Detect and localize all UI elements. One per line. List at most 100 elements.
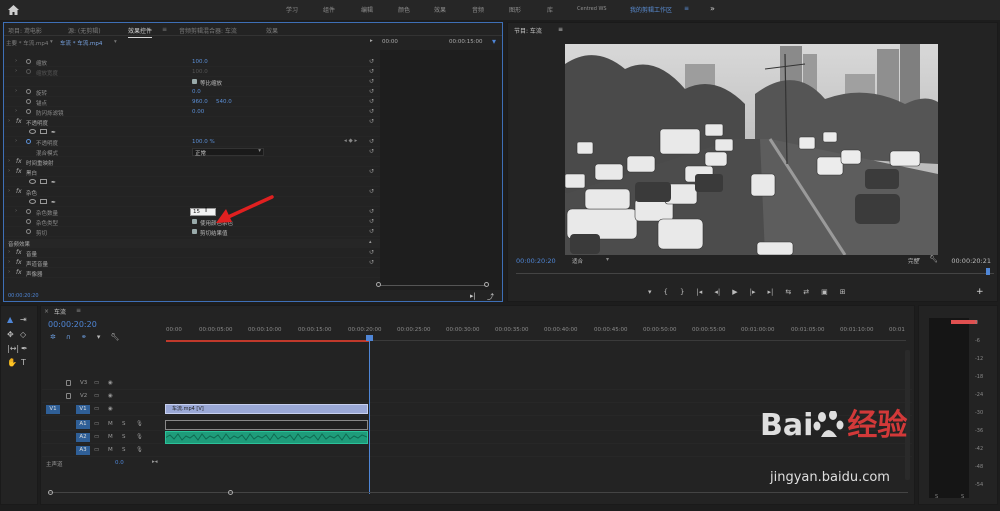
go-to-end-icon[interactable]: ▸◂: [152, 459, 158, 465]
stopwatch-icon[interactable]: [26, 139, 31, 144]
add-marker-icon[interactable]: ▾: [97, 333, 101, 341]
tab-effect-controls[interactable]: 效果控件: [128, 26, 153, 38]
rectangle-mask-icon[interactable]: [40, 129, 47, 134]
reset-icon[interactable]: ↺: [369, 58, 374, 65]
sequence-tab[interactable]: 车流: [54, 307, 66, 316]
go-to-in-icon[interactable]: |◂: [696, 288, 702, 300]
close-icon[interactable]: ×: [44, 308, 49, 315]
mini-playhead-icon[interactable]: ▾: [492, 37, 496, 46]
pen-mask-icon[interactable]: ✒: [51, 129, 56, 136]
tab-project[interactable]: 项目: 鸢电影: [8, 26, 42, 35]
fx-icon[interactable]: fx: [16, 118, 22, 125]
play-effect-audio-icon[interactable]: ▸: [370, 38, 373, 44]
target-v1[interactable]: V1: [76, 405, 90, 414]
eye-icon[interactable]: ◉: [108, 380, 113, 386]
tab-effects[interactable]: 效果: [266, 26, 278, 35]
workspace-tab-graphics[interactable]: 图形: [509, 5, 521, 14]
stopwatch-icon[interactable]: [26, 109, 31, 114]
stopwatch-icon[interactable]: [26, 229, 31, 234]
reset-icon[interactable]: ↺: [369, 228, 374, 235]
workspace-tab-assembly[interactable]: 组件: [323, 5, 335, 14]
program-video-frame[interactable]: [565, 44, 938, 255]
track-a3[interactable]: A3 ▭ M S 🎙︎: [42, 445, 912, 457]
volume-row[interactable]: › fx 音量 ↺: [4, 249, 380, 258]
anti-flicker-value[interactable]: 0.00: [192, 109, 204, 115]
linked-selection-icon[interactable]: ⚭: [81, 333, 87, 341]
go-to-out-icon[interactable]: ▸|: [767, 288, 773, 300]
panner-row[interactable]: › fx 声像器: [4, 269, 380, 278]
zoom-handle-left[interactable]: [376, 282, 381, 287]
workspace-tab-color[interactable]: 颜色: [398, 5, 410, 14]
sync-lock-icon[interactable]: ▭: [94, 380, 99, 386]
color-noise-checkbox[interactable]: [192, 219, 197, 224]
target-a2[interactable]: A2: [76, 433, 90, 442]
mute-button[interactable]: M: [108, 447, 113, 453]
channel-volume-row[interactable]: › fx 声道音量 ↺: [4, 259, 380, 268]
stopwatch-icon[interactable]: [26, 89, 31, 94]
program-monitor-title[interactable]: 节目: 车流: [514, 26, 542, 35]
comparison-view-icon[interactable]: ⊞: [840, 288, 846, 300]
microphone-icon[interactable]: 🎙︎: [136, 434, 143, 440]
solo-right-button[interactable]: S: [961, 494, 964, 500]
sync-lock-icon[interactable]: ▭: [94, 393, 99, 399]
panel-menu-icon[interactable]: ≡: [162, 26, 167, 33]
workspace-tab-learn[interactable]: 学习: [286, 5, 298, 14]
step-forward-icon[interactable]: |▸: [750, 288, 756, 300]
panel-menu-icon[interactable]: ≡: [558, 26, 563, 33]
keyframe-area[interactable]: [380, 50, 502, 290]
target-a3[interactable]: A3: [76, 446, 90, 455]
reset-icon[interactable]: ↺: [369, 259, 374, 266]
rectangle-mask-icon[interactable]: [40, 199, 47, 204]
ellipse-mask-icon[interactable]: [29, 199, 36, 204]
export-frame-icon[interactable]: ▣: [821, 288, 828, 300]
workspace-tab-custom[interactable]: 我的剪辑工作区: [630, 5, 672, 14]
solo-button[interactable]: S: [122, 434, 126, 440]
rectangle-mask-icon[interactable]: [40, 179, 47, 184]
workspace-tab-centred[interactable]: Centred WS: [577, 6, 607, 12]
source-patch-v1[interactable]: V1: [46, 405, 60, 414]
step-back-icon[interactable]: ◂|: [714, 288, 720, 300]
reset-icon[interactable]: ↺: [369, 168, 374, 175]
slip-tool-icon[interactable]: |↔|: [7, 344, 19, 353]
workspace-tab-audio[interactable]: 音频: [472, 5, 484, 14]
noise-amount-input[interactable]: 15: [190, 208, 216, 216]
workspace-menu-icon[interactable]: ≡: [684, 5, 689, 12]
solo-button[interactable]: S: [122, 421, 126, 427]
reset-icon[interactable]: ↺: [369, 108, 374, 115]
noise-section-row[interactable]: › fx 杂色 ↺: [4, 188, 380, 197]
reset-icon[interactable]: ↺: [369, 218, 374, 225]
workspace-tab-libraries[interactable]: 库: [547, 5, 553, 14]
selection-tool-icon[interactable]: ▲: [7, 315, 13, 324]
playhead-line[interactable]: [369, 336, 370, 494]
type-tool-icon[interactable]: T: [21, 358, 26, 367]
timeline-ruler[interactable]: 00:00 00:00:05:00 00:00:10:00 00:00:15:0…: [166, 325, 906, 341]
uniform-scale-checkbox[interactable]: [192, 79, 197, 84]
reset-icon[interactable]: ↺: [369, 188, 374, 195]
hand-tool-icon[interactable]: ✋: [7, 358, 17, 367]
reset-icon[interactable]: ↺: [369, 249, 374, 256]
eye-icon[interactable]: ◉: [108, 406, 113, 412]
snap-icon[interactable]: ∩: [66, 333, 71, 341]
black-white-row[interactable]: › fx 黑白 ↺: [4, 168, 380, 177]
home-icon[interactable]: [8, 5, 19, 15]
keyframe-nav-icon[interactable]: ◂ ◆ ▸: [344, 138, 357, 144]
mute-button[interactable]: M: [108, 434, 113, 440]
mute-button[interactable]: M: [108, 421, 113, 427]
sync-lock-icon[interactable]: ▭: [94, 434, 99, 440]
program-playhead-timecode[interactable]: 00:00:20:20: [516, 257, 556, 265]
workspace-tab-editing[interactable]: 编辑: [361, 5, 373, 14]
microphone-icon[interactable]: 🎙︎: [136, 447, 143, 453]
video-clip[interactable]: 车流.mp4 [V]: [165, 404, 368, 414]
anchor-x-value[interactable]: 960.0: [192, 99, 208, 105]
scroll-handle-left[interactable]: [48, 490, 53, 495]
microphone-icon[interactable]: 🎙︎: [136, 421, 143, 427]
reset-icon[interactable]: ↺: [369, 88, 374, 95]
export-icon[interactable]: ⤴: [487, 292, 494, 302]
mark-in-icon[interactable]: {: [664, 288, 668, 300]
audio-clip-a2[interactable]: [165, 431, 368, 444]
more-workspaces-icon[interactable]: »: [710, 4, 715, 13]
target-a1[interactable]: A1: [76, 420, 90, 429]
timeline-horizontal-scrollbar[interactable]: [48, 490, 908, 498]
extract-icon[interactable]: ⇄: [803, 288, 809, 300]
razor-tool-icon[interactable]: ◇: [20, 330, 26, 339]
